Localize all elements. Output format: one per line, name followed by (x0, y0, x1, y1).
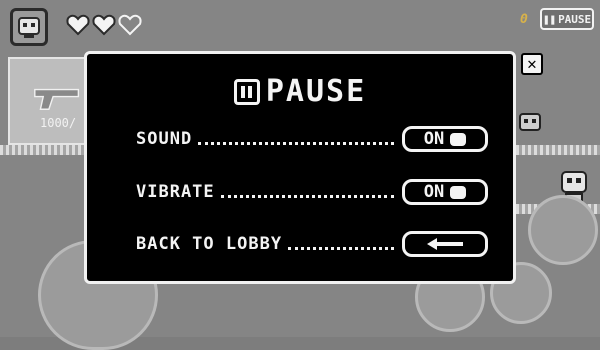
heart-full-icon (92, 14, 116, 36)
vibrate-row: VIBRATE ON (136, 178, 488, 206)
toggle-knob (450, 185, 467, 199)
pause-button[interactable]: ❚❚ PAUSE (540, 8, 594, 30)
fire-button[interactable] (528, 195, 598, 265)
enemy-robot-icon (516, 110, 544, 140)
vibrate-toggle[interactable]: ON (402, 179, 488, 205)
sound-row: SOUND ON (136, 125, 488, 153)
arrow-left-icon (427, 238, 463, 250)
platform (516, 145, 600, 155)
vibrate-toggle-value: ON (423, 182, 445, 202)
pistol-icon (34, 88, 80, 110)
platform (0, 145, 84, 155)
pause-button-label: PAUSE (558, 12, 592, 26)
sound-label: SOUND (136, 129, 193, 149)
close-icon: ✕ (527, 54, 537, 73)
back-to-lobby-row: BACK TO LOBBY (136, 230, 488, 258)
pause-dialog: PAUSE SOUND ON VIBRATE ON BACK TO LOBBY (84, 51, 516, 284)
dotted-leader (288, 239, 394, 250)
dotted-leader (220, 187, 394, 198)
dotted-leader (198, 134, 394, 145)
robot-face-icon (18, 17, 40, 38)
dialog-title: PAUSE (87, 74, 513, 109)
back-to-lobby-button[interactable] (402, 231, 488, 257)
weapon-panel (8, 57, 86, 145)
coin-count: 0 (520, 12, 528, 27)
sound-toggle-value: ON (423, 129, 445, 149)
dialog-title-text: PAUSE (265, 74, 367, 109)
pause-icon: ❚❚ (542, 12, 557, 26)
toggle-knob (450, 132, 467, 146)
back-to-lobby-label: BACK TO LOBBY (136, 234, 283, 254)
pause-icon (233, 78, 260, 105)
health-hearts (66, 14, 142, 36)
sound-toggle[interactable]: ON (402, 126, 488, 152)
vibrate-label: VIBRATE (136, 182, 215, 202)
close-button[interactable]: ✕ (521, 53, 543, 75)
player-avatar (10, 8, 48, 46)
heart-empty-icon (118, 14, 142, 36)
ammo-counter: 1000/ (40, 116, 77, 130)
heart-full-icon (66, 14, 90, 36)
